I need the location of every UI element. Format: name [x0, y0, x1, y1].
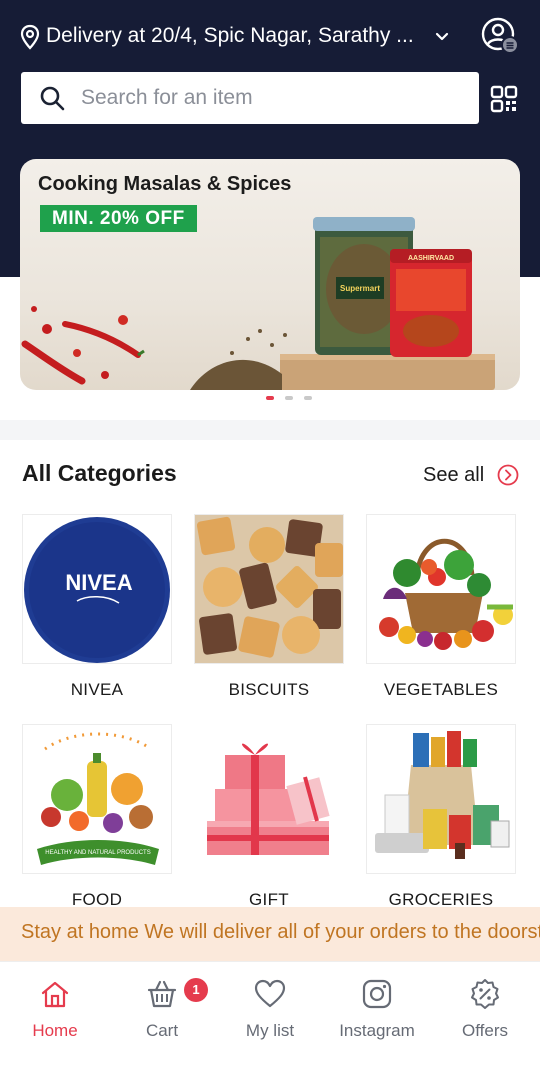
qr-scan-icon[interactable] — [490, 85, 518, 113]
section-divider — [0, 420, 540, 440]
cart-icon — [147, 980, 177, 1008]
svg-text:AASHIRVAAD: AASHIRVAAD — [408, 255, 454, 262]
categories-title: All Categories — [22, 460, 177, 486]
offers-badge-icon — [471, 979, 499, 1009]
category-image — [366, 514, 516, 664]
category-label: NIVEA — [70, 680, 124, 699]
promo-banner[interactable]: Supermart AASHIRVAAD Cooking Masalas & S… — [20, 159, 520, 390]
nav-my-list[interactable]: My list — [220, 962, 320, 1066]
nav-label: Home — [32, 1021, 78, 1040]
nav-offers[interactable]: Offers — [435, 962, 535, 1066]
delivery-location[interactable]: Delivery at 20/4, Spic Nagar, Sarathy ..… — [46, 22, 426, 50]
food-products-image: HEALTHY AND NATURAL PRODUCTS — [37, 732, 159, 865]
nav-label: Cart — [145, 1021, 179, 1040]
nav-home[interactable]: Home — [5, 962, 105, 1066]
category-image — [194, 514, 344, 664]
nivea-tin-image: NIVEA — [24, 517, 170, 663]
nav-label: Offers — [462, 1021, 508, 1040]
search-bar[interactable] — [21, 72, 479, 124]
category-image: HEALTHY AND NATURAL PRODUCTS — [22, 724, 172, 874]
nav-instagram[interactable]: Instagram — [327, 962, 427, 1066]
carousel-dot[interactable] — [304, 396, 312, 400]
profile-icon[interactable] — [480, 16, 520, 56]
instagram-icon — [362, 979, 392, 1009]
biscuits-image — [195, 515, 343, 663]
banner-title: Cooking Masalas & Spices — [38, 173, 292, 195]
cart-count-badge: 1 — [184, 978, 208, 1002]
category-label: BISCUITS — [228, 680, 310, 699]
category-image: NIVEA — [22, 514, 172, 664]
category-image — [366, 724, 516, 874]
search-icon — [40, 86, 65, 111]
location-pin-icon[interactable] — [18, 24, 42, 50]
banner-offer-badge: MIN. 20% OFF — [40, 205, 197, 232]
nav-label: My list — [245, 1021, 295, 1040]
category-image — [194, 724, 344, 874]
carousel-indicator — [266, 396, 316, 402]
see-all-link[interactable]: See all — [423, 464, 484, 487]
home-icon — [41, 981, 69, 1008]
heart-icon — [254, 979, 286, 1008]
top-bar: Delivery at 20/4, Spic Nagar, Sarathy ..… — [0, 0, 540, 70]
search-input[interactable] — [81, 72, 461, 124]
nav-cart[interactable]: 1 Cart — [112, 962, 212, 1066]
nivea-logo-text: NIVEA — [65, 570, 132, 595]
groceries-image — [375, 731, 510, 859]
svg-text:Supermart: Supermart — [340, 284, 380, 293]
chevron-right-circle-icon[interactable] — [497, 464, 519, 486]
nav-label: Instagram — [339, 1021, 415, 1040]
chevron-down-icon[interactable] — [432, 27, 452, 45]
gift-boxes-image — [207, 743, 330, 855]
category-label: VEGETABLES — [383, 680, 499, 699]
svg-text:HEALTHY AND NATURAL PRODUCTS: HEALTHY AND NATURAL PRODUCTS — [45, 850, 150, 856]
announcement-ticker: Stay at home We will deliver all of your… — [0, 907, 540, 961]
carousel-dot[interactable] — [285, 396, 293, 400]
carousel-dot[interactable] — [266, 396, 274, 400]
vegetables-basket-image — [379, 538, 513, 650]
bottom-nav: Home 1 Cart My list Instagram Offers — [0, 961, 540, 1066]
ticker-text: Stay at home We will deliver all of your… — [21, 921, 540, 943]
